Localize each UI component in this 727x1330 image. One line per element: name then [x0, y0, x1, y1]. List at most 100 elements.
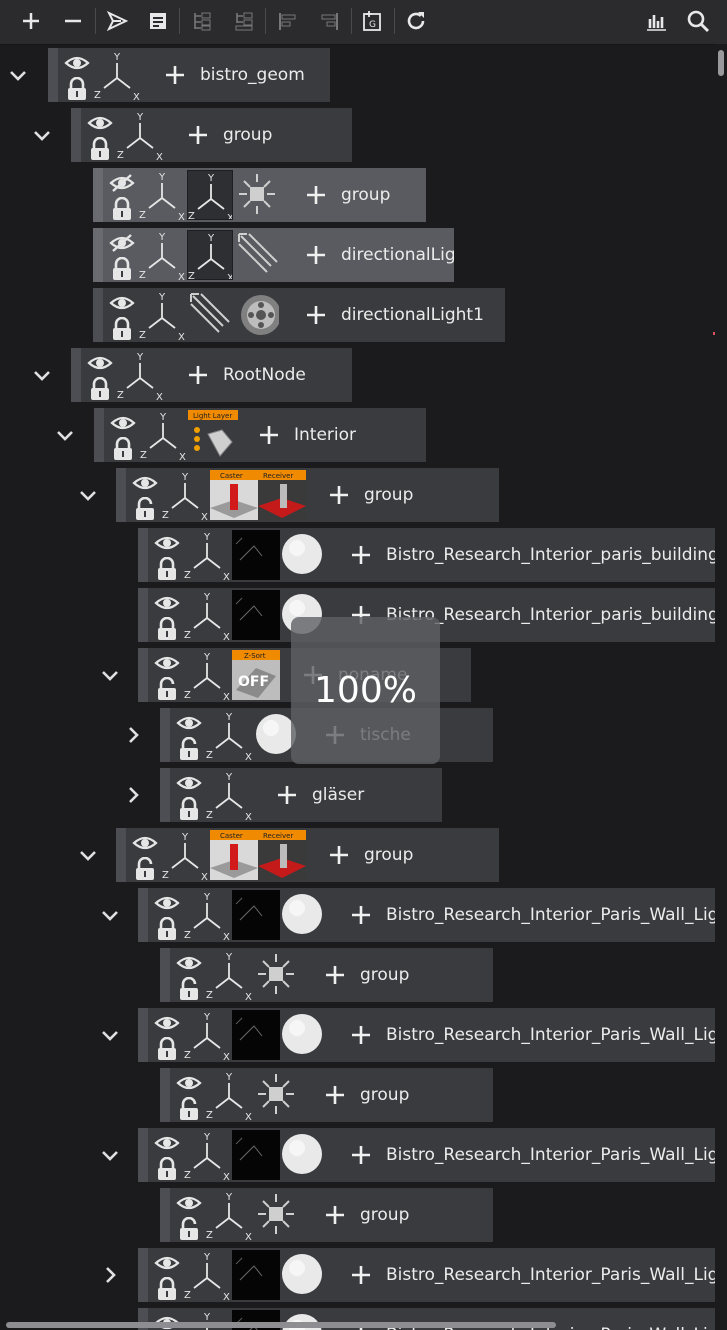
eye-hidden-icon[interactable]: [109, 233, 135, 257]
lock-icon[interactable]: [178, 796, 200, 822]
collapse-chevron-icon[interactable]: [100, 905, 120, 925]
add-child-icon[interactable]: [328, 484, 350, 506]
tree-node[interactable]: Y Z X Caster Receiver group: [116, 468, 499, 522]
tree-node[interactable]: Y Z Xgläser: [160, 768, 442, 822]
directional-light-icon[interactable]: [235, 230, 281, 280]
camera-icon[interactable]: Y Z X: [187, 170, 233, 220]
align-right-icon[interactable]: [314, 5, 346, 37]
horizontal-scroll-thumb[interactable]: [6, 1322, 556, 1328]
axes-icon[interactable]: Y Z X: [182, 648, 232, 702]
unlock-icon[interactable]: [178, 736, 200, 762]
eye-icon[interactable]: [109, 293, 135, 317]
lock-icon[interactable]: [156, 1036, 178, 1062]
add-child-icon[interactable]: [350, 1024, 372, 1046]
texture-thumbnail[interactable]: [232, 1130, 280, 1180]
light-icon[interactable]: [254, 950, 300, 1000]
axes-icon[interactable]: Y Z X: [182, 888, 232, 942]
light-icon[interactable]: [254, 1070, 300, 1120]
add-child-icon[interactable]: [350, 904, 372, 926]
add-child-icon[interactable]: [164, 64, 186, 86]
axes-icon[interactable]: Y Z X: [160, 828, 210, 882]
axes-icon[interactable]: Y Z X: [182, 1008, 232, 1062]
add-child-icon[interactable]: [350, 1264, 372, 1286]
axes-icon[interactable]: Y Z X: [137, 228, 187, 282]
shadow-caster-icon[interactable]: Caster: [210, 470, 258, 520]
refresh-icon[interactable]: [400, 5, 432, 37]
axes-icon[interactable]: Y Z X: [204, 1068, 254, 1122]
eye-icon[interactable]: [132, 833, 158, 857]
properties-icon[interactable]: [142, 5, 174, 37]
unlock-icon[interactable]: [134, 496, 156, 522]
expand-chevron-icon[interactable]: [123, 785, 143, 805]
tree-node[interactable]: Y Z Xgroup: [160, 1188, 493, 1242]
axes-icon[interactable]: Y Z X: [115, 348, 165, 402]
shadow-caster-icon[interactable]: Caster: [210, 830, 258, 880]
lock-icon[interactable]: [111, 196, 133, 222]
add-child-icon[interactable]: [350, 544, 372, 566]
lock-icon[interactable]: [156, 1276, 178, 1302]
material-sphere-icon[interactable]: [280, 1010, 326, 1060]
lock-icon[interactable]: [156, 556, 178, 582]
tree-node[interactable]: Y Z X Bistro_Research_Interior_Paris_Wall_L…: [138, 1248, 715, 1302]
eye-icon[interactable]: [176, 773, 202, 797]
lock-icon[interactable]: [156, 916, 178, 942]
unlock-icon[interactable]: [156, 676, 178, 702]
add-child-icon[interactable]: [276, 784, 298, 806]
axes-icon[interactable]: Y Z X: [182, 1248, 232, 1302]
eye-hidden-icon[interactable]: [109, 173, 135, 197]
tree-node[interactable]: Y Z XdirectionalLight1: [93, 288, 505, 342]
statistics-icon[interactable]: [640, 5, 672, 37]
lock-icon[interactable]: [156, 1156, 178, 1182]
axes-icon[interactable]: Y Z X: [204, 708, 254, 762]
texture-thumbnail[interactable]: [232, 1010, 280, 1060]
vertical-scroll-thumb[interactable]: [718, 50, 724, 76]
tree-node[interactable]: Y Z X Bistro_Research_Interior_Paris_Wall_L…: [138, 1008, 715, 1062]
texture-thumbnail[interactable]: [232, 590, 280, 640]
texture-thumbnail[interactable]: [232, 890, 280, 940]
eye-icon[interactable]: [176, 713, 202, 737]
material-sphere-icon[interactable]: [280, 1250, 326, 1300]
axes-icon[interactable]: Y Z X: [137, 288, 187, 342]
eye-icon[interactable]: [110, 413, 136, 437]
tree-node[interactable]: Y Z X Bistro_Research_Interior_Paris_Wall_L…: [138, 888, 715, 942]
search-icon[interactable]: [682, 5, 714, 37]
eye-icon[interactable]: [154, 533, 180, 557]
add-child-icon[interactable]: [258, 424, 280, 446]
collapse-chevron-icon[interactable]: [100, 1145, 120, 1165]
eye-icon[interactable]: [154, 653, 180, 677]
eye-icon[interactable]: [87, 113, 113, 137]
axes-icon[interactable]: Y Z X: [92, 48, 142, 102]
eye-icon[interactable]: [132, 473, 158, 497]
lock-icon[interactable]: [66, 76, 88, 102]
texture-thumbnail[interactable]: [232, 1250, 280, 1300]
lock-icon[interactable]: [111, 256, 133, 282]
add-child-icon[interactable]: [324, 964, 346, 986]
unlock-icon[interactable]: [178, 1096, 200, 1122]
light-icon[interactable]: [235, 170, 281, 220]
eye-icon[interactable]: [176, 1073, 202, 1097]
lock-icon[interactable]: [112, 436, 134, 462]
eye-icon[interactable]: [154, 1253, 180, 1277]
axes-icon[interactable]: Y Z X: [160, 468, 210, 522]
axes-icon[interactable]: Y Z X: [204, 1188, 254, 1242]
tree-node[interactable]: Y Z Xgroup: [160, 1068, 493, 1122]
material-sphere-icon[interactable]: [280, 1130, 326, 1180]
collapse-chevron-icon[interactable]: [55, 425, 75, 445]
add-icon[interactable]: [15, 5, 47, 37]
lock-icon[interactable]: [89, 376, 111, 402]
expand-chevron-icon[interactable]: [123, 725, 143, 745]
collapse-chevron-icon[interactable]: [8, 65, 28, 85]
tree-node[interactable]: YZXYZXgroup: [93, 168, 426, 222]
eye-icon[interactable]: [154, 893, 180, 917]
light-layer-icon[interactable]: Light Layer: [188, 410, 238, 460]
eye-icon[interactable]: [176, 953, 202, 977]
eye-icon[interactable]: [64, 53, 90, 77]
eye-icon[interactable]: [154, 1133, 180, 1157]
add-child-icon[interactable]: [324, 1204, 346, 1226]
send-icon[interactable]: [101, 5, 133, 37]
collapse-chevron-icon[interactable]: [100, 1025, 120, 1045]
collapse-chevron-icon[interactable]: [78, 485, 98, 505]
tree-collapse-icon[interactable]: [228, 5, 260, 37]
gear-wheel-icon[interactable]: [235, 290, 281, 340]
directional-light-icon[interactable]: [187, 290, 233, 340]
